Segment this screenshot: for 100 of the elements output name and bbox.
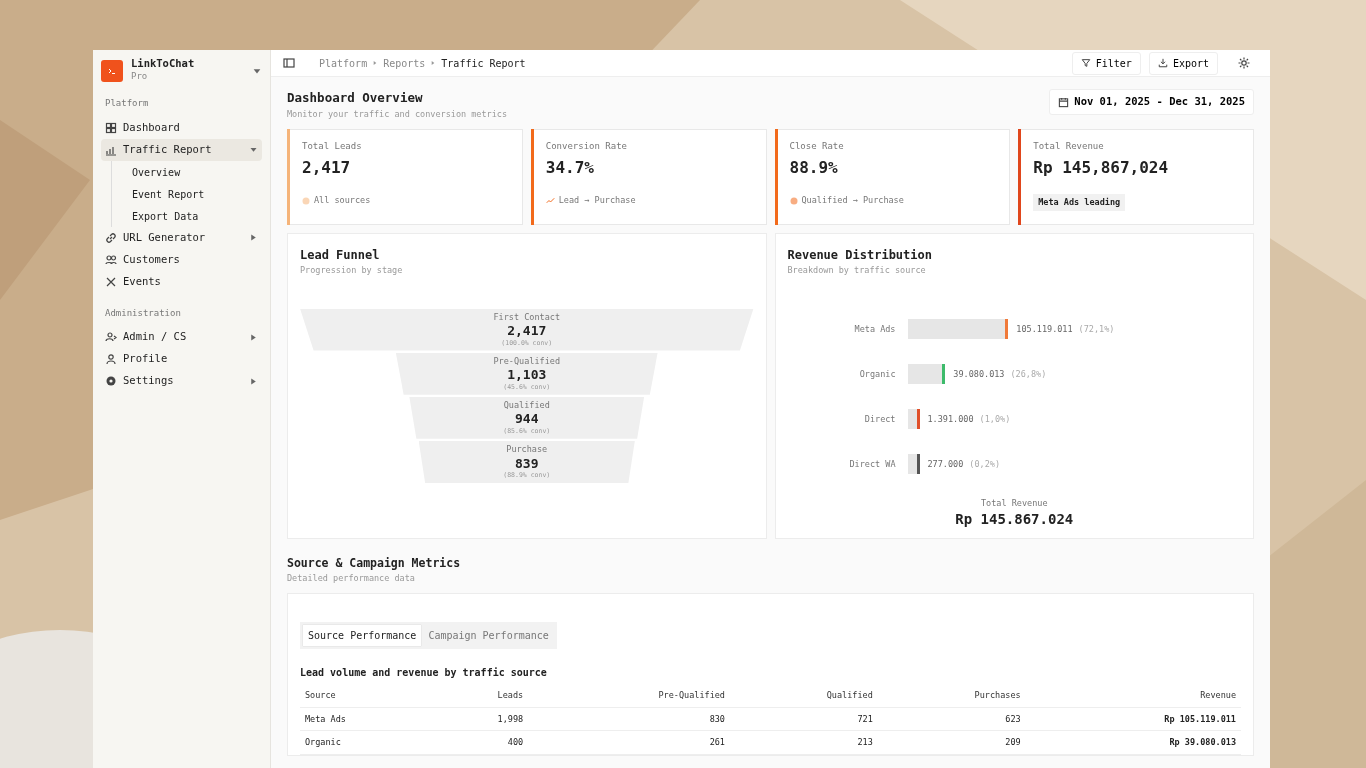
stage-value: 1,103: [506, 367, 548, 383]
sidebar-toggle-icon[interactable]: [283, 57, 295, 70]
source-label: Organic: [858, 367, 897, 381]
grid-icon: [105, 121, 117, 134]
dot-icon: [789, 196, 798, 205]
caret-icon: [249, 332, 258, 342]
stage-label: Purchase: [505, 442, 549, 456]
tab[interactable]: Source Performance: [303, 624, 422, 646]
stat-note: All sources: [314, 194, 371, 207]
share-label: (26,8%): [1010, 367, 1047, 381]
column-header: Leads: [434, 683, 529, 707]
share-label: (1,0%): [979, 412, 1011, 426]
stat-value: 88.9%: [789, 157, 839, 180]
sidebar-item[interactable]: Settings: [101, 370, 262, 393]
column-header: Pre-Qualified: [528, 683, 730, 707]
table-cell: 830: [528, 707, 730, 731]
caret-icon: [249, 233, 258, 243]
sidebar-item[interactable]: Profile: [101, 348, 262, 371]
stage-label: Pre-Qualified: [492, 354, 561, 368]
amount-label: 277.000: [927, 457, 964, 471]
filter-button[interactable]: Filter: [1071, 51, 1141, 75]
stat-label: Close Rate: [789, 139, 845, 153]
table-cell: 209: [877, 730, 1026, 755]
stat-label: Conversion Rate: [545, 139, 629, 153]
sidebar-subitem[interactable]: Export Data: [111, 204, 262, 227]
section-subtitle: Detailed performance data: [287, 572, 416, 585]
stat-label: Total Leads: [302, 139, 363, 153]
stat-note: Qualified → Purchase: [801, 194, 904, 207]
stat-value: 34.7%: [545, 157, 595, 180]
export-button[interactable]: Export: [1148, 51, 1218, 75]
user-gear-icon: [105, 331, 117, 344]
sidebar-subitem[interactable]: Event Report: [111, 182, 262, 205]
table-cell: 261: [528, 730, 730, 755]
source-label: Meta Ads: [853, 322, 897, 336]
table-cell: 213: [730, 730, 878, 755]
amount-label: 105.119.011: [1016, 322, 1073, 336]
table-caption: Lead volume and revenue by traffic source: [300, 665, 548, 680]
status-badge: Meta Ads leading: [1033, 194, 1126, 211]
calendar-icon: [1058, 96, 1070, 108]
stage-value: 839: [514, 455, 540, 472]
panel-title: Lead Funnel: [300, 246, 381, 264]
breadcrumb-link[interactable]: Platform: [319, 55, 368, 71]
sidebar-item[interactable]: Admin / CS: [101, 326, 262, 349]
total-label: Total Revenue: [980, 496, 1049, 510]
filter-icon: [1080, 58, 1091, 69]
caret-icon: [249, 145, 258, 155]
sidebar-item[interactable]: Dashboard: [101, 116, 262, 139]
stage-label: First Contact: [492, 310, 561, 324]
total-value: Rp 145.867.024: [954, 510, 1075, 530]
user-icon: [105, 353, 117, 366]
sidebar-subitem[interactable]: Overview: [111, 160, 262, 183]
stat-label: Total Revenue: [1033, 139, 1105, 153]
trend-icon: [545, 196, 555, 206]
panel-subtitle: Progression by stage: [300, 263, 404, 277]
table-cell: 400: [434, 730, 529, 755]
column-header: Revenue: [1025, 683, 1241, 707]
dot-icon: [302, 196, 310, 205]
amount-label: 39.080.013: [953, 367, 1005, 381]
amount-label: 1.391.000: [927, 412, 974, 426]
source-label: Direct WA: [848, 457, 897, 471]
plan-label: Pro: [131, 69, 149, 83]
column-header: Source: [300, 683, 435, 707]
section-heading: Administration: [105, 306, 182, 320]
source-label: Direct: [863, 412, 897, 426]
breadcrumb-link[interactable]: Reports: [383, 55, 426, 71]
link-icon: [105, 231, 117, 244]
sidebar-item[interactable]: Customers: [101, 248, 262, 271]
stat-value: 2,417: [302, 157, 352, 180]
table-cell: Organic: [300, 730, 435, 755]
sun-icon: [1238, 57, 1250, 70]
table-cell: Rp 39.080.013: [1025, 730, 1241, 755]
date-range-picker[interactable]: Nov 01, 2025 - Dec 31, 2025: [1049, 89, 1254, 115]
sidebar-item[interactable]: URL Generator: [101, 226, 262, 249]
table-cell: Meta Ads: [300, 707, 435, 731]
table-cell: 623: [877, 707, 1026, 731]
page-title: Dashboard Overview: [287, 89, 424, 108]
tab[interactable]: Campaign Performance: [423, 624, 554, 646]
stage-label: Qualified: [502, 398, 551, 412]
column-header: Purchases: [877, 683, 1026, 707]
sidebar-item[interactable]: Events: [101, 270, 262, 293]
column-header: Qualified: [730, 683, 878, 707]
section-title: Source & Campaign Metrics: [287, 554, 462, 572]
download-icon: [1157, 58, 1168, 69]
stat-value: Rp 145,867,024: [1033, 157, 1170, 180]
caret-icon: [249, 376, 258, 386]
share-label: (72,1%): [1078, 322, 1115, 336]
sidebar-item[interactable]: Traffic Report: [101, 138, 262, 161]
stage-value: 2,417: [506, 323, 548, 339]
users-icon: [105, 253, 117, 266]
stat-note: Lead → Purchase: [558, 194, 636, 207]
table-cell: 721: [730, 707, 878, 731]
section-heading: Platform: [105, 97, 150, 111]
brand-name: LinkToChat: [131, 58, 196, 70]
stage-value: 944: [514, 411, 540, 428]
table-cell: Rp 105.119.011: [1025, 707, 1241, 731]
page-subtitle: Monitor your traffic and conversion metrics: [287, 108, 508, 121]
panel-subtitle: Breakdown by traffic source: [787, 263, 927, 277]
panel-title: Revenue Distribution: [787, 246, 933, 264]
table-cell: 1,998: [434, 707, 529, 731]
share-label: (0,2%): [969, 457, 1001, 471]
